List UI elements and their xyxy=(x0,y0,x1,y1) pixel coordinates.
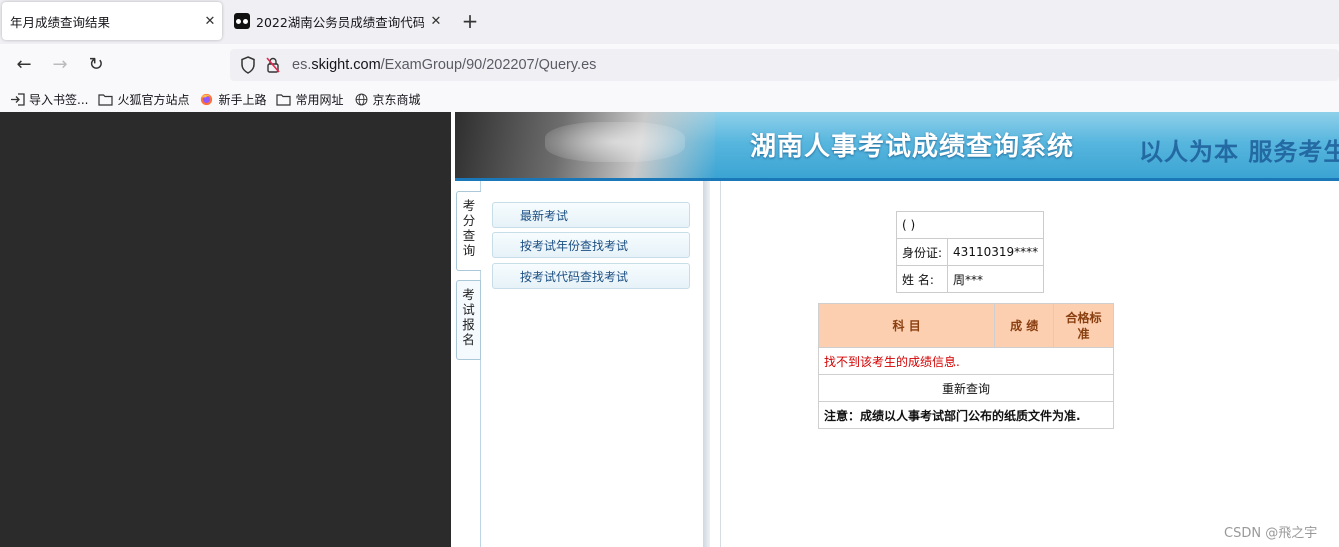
side-tab-strip: 考分查询 考试报名 xyxy=(455,181,481,547)
watermark: CSDN @飛之宇 xyxy=(1224,526,1318,541)
banner-slogan: 以人为本 服务考生 xyxy=(1139,138,1339,166)
id-value: 43110319**** xyxy=(947,238,1045,266)
url-prefix: es. xyxy=(292,57,312,73)
id-label: 身份证: xyxy=(895,238,949,266)
tab-score-result[interactable]: 年月成绩查询结果 ✕ xyxy=(2,2,222,40)
menu-exams-by-code[interactable]: 按考试代码查找考试 xyxy=(492,263,690,289)
bookmark-label: 常用网址 xyxy=(295,92,344,107)
bookmark-common-sites[interactable]: 常用网址 xyxy=(276,91,344,108)
error-message: 找不到该考生的成绩信息. xyxy=(818,347,1114,375)
firefox-icon xyxy=(201,93,213,105)
url-path: /ExamGroup/90/202207/Query.es xyxy=(380,57,597,73)
header-subject: 科 目 xyxy=(817,303,996,348)
import-icon xyxy=(11,92,25,106)
content-border xyxy=(720,181,721,547)
bookmark-label: 火狐官方站点 xyxy=(117,92,190,107)
bookmark-label: 京东商城 xyxy=(372,92,421,107)
candidate-info-table: ( ) 身份证: 43110319**** 姓 名: 周*** xyxy=(895,211,1045,293)
bookmark-label: 导入书签... xyxy=(29,92,89,107)
url-text[interactable]: es.skight.com/ExamGroup/90/202207/Query.… xyxy=(292,57,596,73)
header-pass-standard: 合格标准 xyxy=(1053,303,1114,348)
tab-score-code[interactable]: 2022湖南公务员成绩查询代码 ✕ xyxy=(226,2,448,40)
folder-icon xyxy=(276,93,292,106)
reload-button[interactable]: ↻ xyxy=(82,52,110,78)
site-favicon-icon xyxy=(234,13,250,29)
bookmark-import[interactable]: 导入书签... xyxy=(10,91,88,108)
bookmark-firefox-official[interactable]: 火狐官方站点 xyxy=(98,91,189,108)
back-button[interactable]: ← xyxy=(10,52,38,78)
forward-button[interactable]: → xyxy=(46,52,74,78)
close-icon[interactable]: ✕ xyxy=(424,14,448,29)
side-tab-label: 考分查询 xyxy=(462,198,476,258)
tab-title: 年月成绩查询结果 xyxy=(10,14,111,30)
tab-exam-registration[interactable]: 考试报名 xyxy=(456,280,481,360)
menu-divider xyxy=(703,181,710,547)
globe-icon xyxy=(355,93,367,105)
header-score: 成 绩 xyxy=(994,303,1055,348)
requery-link[interactable]: 重新查询 xyxy=(818,374,1114,402)
menu-exams-by-year[interactable]: 按考试年份查找考试 xyxy=(492,232,690,258)
bookmarks-toolbar: 导入书签... 火狐官方站点 新手上路 常用网址 京东商城 xyxy=(0,86,1339,112)
page-left-blank xyxy=(0,112,451,547)
site-banner: 湖南人事考试成绩查询系统 以人为本 服务考生 xyxy=(455,112,1339,180)
url-domain: skight.com xyxy=(311,57,381,73)
info-header: ( ) xyxy=(895,211,1045,239)
side-tab-label: 考试报名 xyxy=(462,287,475,347)
shield-icon[interactable] xyxy=(240,56,256,74)
address-bar[interactable]: es.skight.com/ExamGroup/90/202207/Query.… xyxy=(230,49,1339,81)
tab-title: 2022湖南公务员成绩查询代码 xyxy=(256,14,424,30)
score-table: 科 目 成 绩 合格标准 找不到该考生的成绩信息. 重新查询 注意：成绩以人事考… xyxy=(817,303,1114,429)
notice-text: 注意：成绩以人事考试部门公布的纸质文件为准. xyxy=(818,401,1114,429)
page-viewport: 湖南人事考试成绩查询系统 以人为本 服务考生 考分查询 考试报名 最新考试 按考… xyxy=(0,112,1339,547)
bookmark-label: 新手上路 xyxy=(218,92,267,107)
insecure-lock-icon[interactable] xyxy=(266,57,280,73)
name-label: 姓 名: xyxy=(895,265,949,293)
tab-score-query[interactable]: 考分查询 xyxy=(456,191,481,271)
new-tab-button[interactable]: + xyxy=(458,8,482,36)
banner-photo xyxy=(455,112,715,180)
left-menu: 最新考试 按考试年份查找考试 按考试代码查找考试 xyxy=(481,181,703,547)
bookmark-jd[interactable]: 京东商城 xyxy=(354,91,421,108)
name-value: 周*** xyxy=(947,265,1045,293)
banner-title: 湖南人事考试成绩查询系统 xyxy=(750,132,1075,162)
score-header-row: 科 目 成 绩 合格标准 xyxy=(817,303,1114,348)
tab-bar: 年月成绩查询结果 ✕ 2022湖南公务员成绩查询代码 ✕ + xyxy=(0,0,1339,44)
folder-icon xyxy=(98,93,114,106)
navigation-bar: ← → ↻ es.skight.com/ExamGroup/90/202207/… xyxy=(0,44,1339,86)
menu-latest-exams[interactable]: 最新考试 xyxy=(492,202,690,228)
bookmark-getting-started[interactable]: 新手上路 xyxy=(199,91,266,108)
close-icon[interactable]: ✕ xyxy=(198,14,222,29)
